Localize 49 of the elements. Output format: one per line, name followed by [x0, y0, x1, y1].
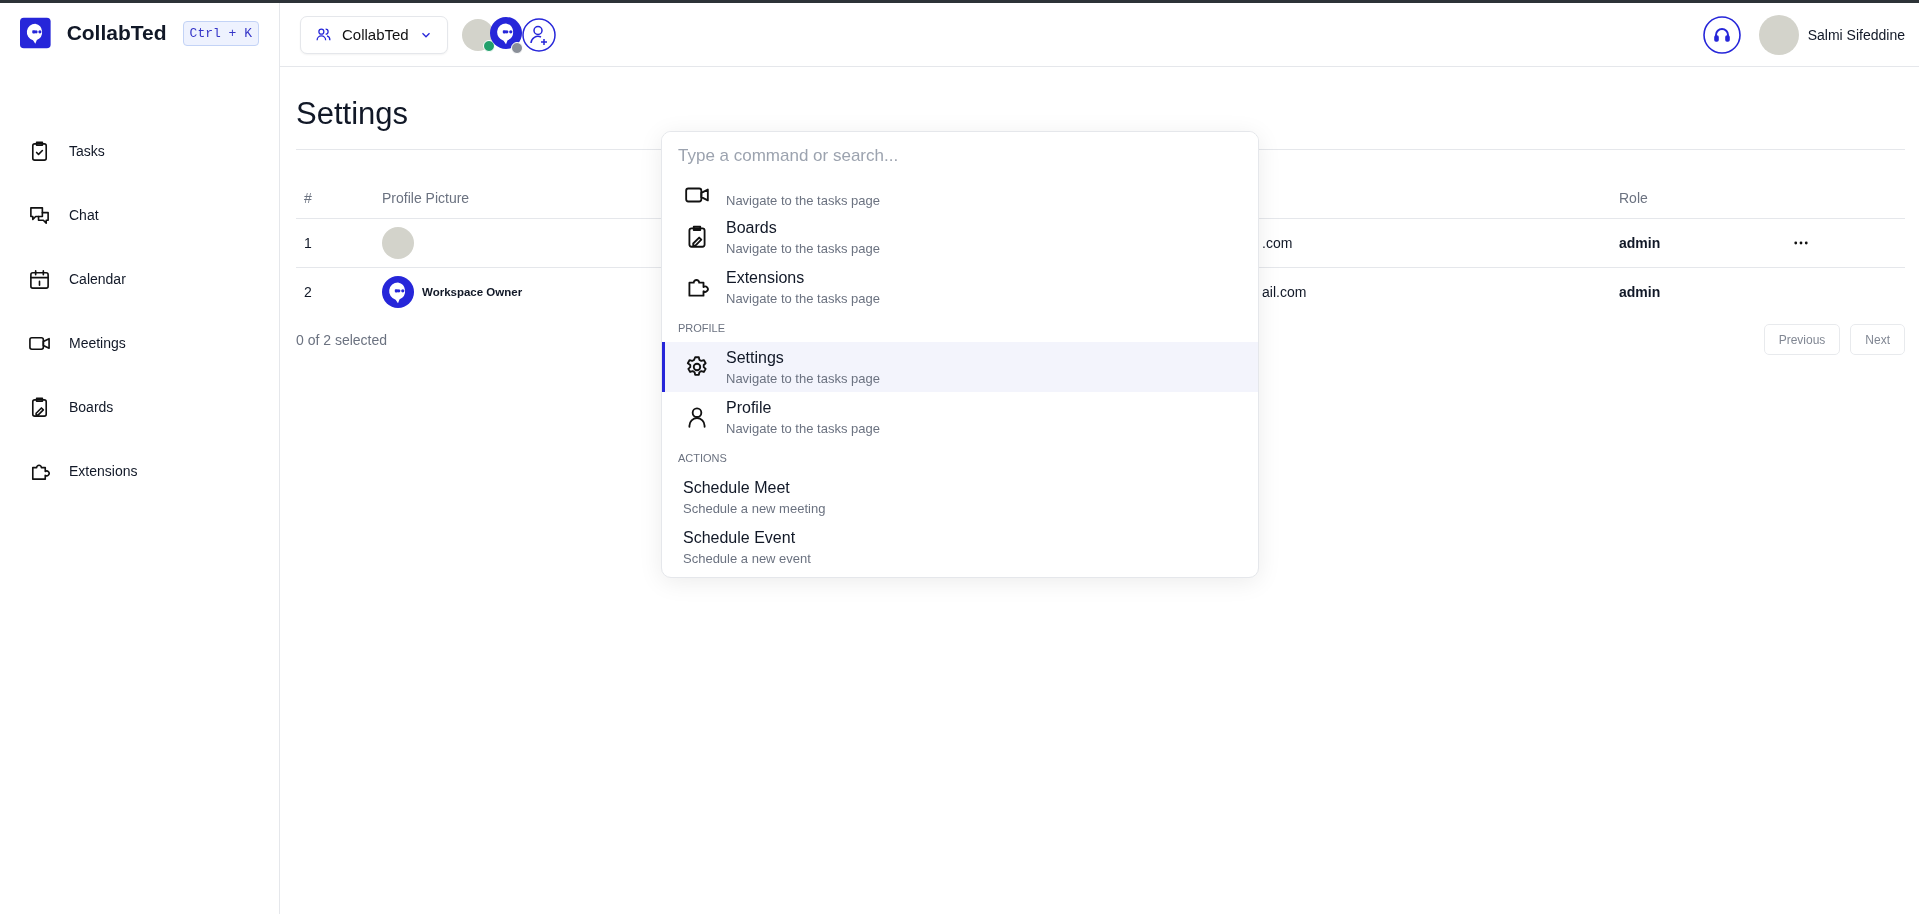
more-options-icon[interactable] [1794, 241, 1808, 245]
command-title: Profile [726, 398, 773, 417]
brand-name: CollabTed [66, 21, 167, 45]
command-item[interactable]: Settings Navigate to the tasks page [662, 342, 1258, 392]
user-name: Salmi Sifeddine [1807, 26, 1905, 43]
column-header: Role [1611, 178, 1786, 219]
avatar-image [1758, 14, 1799, 55]
logo-avatar [489, 16, 522, 49]
column-header: # [296, 178, 374, 219]
command-description: Navigate to the tasks page [726, 370, 880, 386]
nav-item[interactable]: Boards [28, 375, 114, 439]
selection-count: 0 of 2 selected [296, 331, 388, 348]
command-description: Navigate to the tasks page [726, 193, 880, 208]
command-title: Schedule Event [683, 528, 797, 547]
table-cell-text: 2 [303, 283, 313, 302]
avatar-image [382, 227, 414, 259]
command-title: Schedule Meet [683, 478, 791, 497]
command-description: Navigate to the tasks page [726, 420, 880, 436]
headset-icon[interactable] [1702, 15, 1741, 54]
command-description: Schedule a new meeting [683, 500, 826, 516]
table-cell: 1 [296, 219, 374, 268]
workspace-selector[interactable]: CollabTed [300, 15, 448, 54]
command-description: Schedule a new event [683, 550, 811, 566]
table-cell-text: ail.com [1261, 283, 1308, 302]
nav-item[interactable]: Meetings [28, 311, 126, 375]
users-icon [315, 26, 332, 43]
group-heading: ACTIONS [677, 451, 728, 466]
shortcut-badge: Ctrl + K [182, 20, 259, 46]
command-item[interactable]: Profile Navigate to the tasks page [662, 392, 1258, 442]
command-search-field[interactable]: Type a command or search... [662, 132, 1258, 174]
command-item[interactable]: Schedule Meet Schedule a new meeting [662, 472, 1258, 522]
nav-item[interactable]: Extensions [28, 439, 138, 503]
nav-item[interactable]: Calendar [28, 247, 126, 311]
command-description: Navigate to the tasks page [726, 290, 880, 306]
group-heading: PROFILE [677, 321, 727, 336]
command-title: Settings [726, 348, 785, 367]
table-cell-text: admin [1618, 283, 1662, 302]
nav-item[interactable]: Chat [28, 183, 99, 247]
command-description: Navigate to the tasks page [726, 240, 880, 256]
command-item[interactable]: Schedule Event Schedule a new event [662, 522, 1258, 572]
member-name: Workspace Owner [422, 286, 523, 298]
nav-item[interactable]: Tasks [28, 119, 105, 183]
table-cell: admin [1611, 219, 1786, 268]
command-title: Extensions [726, 268, 806, 287]
calendar-icon [28, 267, 51, 291]
add-member-icon[interactable] [521, 17, 556, 52]
avatar-image [461, 18, 494, 51]
command-title: Boards [726, 218, 778, 237]
logo-avatar [382, 276, 414, 308]
